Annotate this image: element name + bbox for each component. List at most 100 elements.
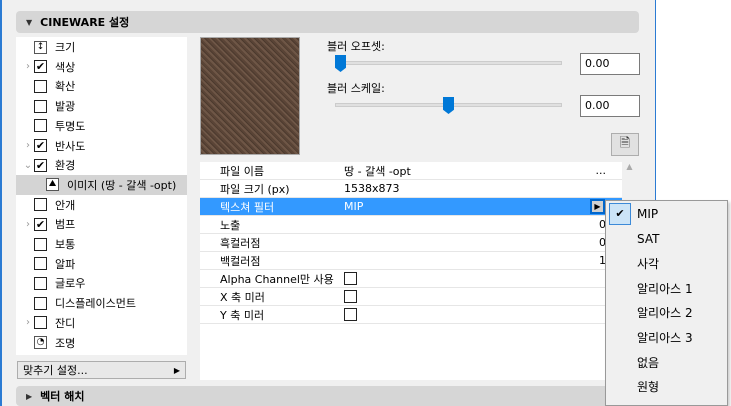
menu-item[interactable]: 알리아스 2 [606,301,727,325]
property-row[interactable]: 노출 0 [200,216,622,234]
property-key: 텍스쳐 필터 [220,200,275,214]
menu-item[interactable]: ✔ MIP [606,202,727,226]
channel-checkbox[interactable]: ✔ [34,217,47,231]
channel-item[interactable]: 알파 [16,254,187,274]
channel-checkbox[interactable] [34,79,47,93]
channel-checkbox[interactable] [34,198,47,212]
export-button[interactable]: 🗎 [611,133,639,156]
property-row[interactable]: X 축 미러 [200,288,622,306]
channel-item[interactable]: 글로우 [16,273,187,293]
blur-scale-thumb[interactable] [443,97,454,114]
property-checkbox[interactable] [344,308,357,321]
channel-item[interactable]: ⛰ 이미지 (땅 - 갈색 -opt) [16,174,187,195]
channel-item[interactable]: 안개 [16,195,187,215]
property-row[interactable]: 파일 이름 땅 - 갈색 -opt... [200,162,622,180]
channel-label: 확산 [55,80,76,94]
channel-label: 보통 [55,238,76,251]
channel-checkbox[interactable]: ✔ [34,158,47,172]
menu-item-label: 원형 [637,380,660,395]
channel-item[interactable]: › 잔디 [16,313,187,333]
channel-item[interactable]: ↕ 크기 [16,37,187,57]
collapse-triangle-icon: ▼ [26,17,33,27]
channel-label: 이미지 (땅 - 갈색 -opt) [67,178,177,192]
menu-item[interactable]: SAT [606,227,727,251]
image-icon: ⛰ [46,178,59,192]
property-checkbox[interactable] [344,290,357,303]
property-value: MIP [344,200,364,213]
menu-item-label: 알리아스 2 [637,306,693,321]
property-key: 백컬러점 [220,254,261,268]
channel-checkbox[interactable] [34,296,47,310]
property-row[interactable]: 파일 크기 (px) 1538x873 [200,180,622,198]
property-row[interactable]: Y 축 미러 [200,306,622,324]
property-key: 파일 크기 (px) [220,182,290,196]
property-checkbox[interactable] [344,272,357,285]
property-row[interactable]: 텍스쳐 필터 MIP [200,198,622,216]
property-row[interactable]: Alpha Channel만 사용 [200,270,622,288]
channel-label: 범프 [55,218,76,232]
channel-label: 발광 [55,100,76,114]
property-key: 노출 [220,218,241,232]
channel-checkbox[interactable]: ✔ [34,60,47,74]
check-icon: ✔ [609,203,631,225]
chevron-right-icon[interactable]: › [16,317,34,328]
menu-item-label: MIP [637,207,659,221]
channel-checkbox[interactable] [34,99,47,113]
channel-item[interactable]: 보통 [16,234,187,254]
channel-label: 안개 [55,198,76,212]
channel-label: 크기 [55,41,76,54]
channel-checkbox[interactable]: ✔ [34,139,47,152]
channel-label: 색상 [55,60,76,74]
blur-offset-input[interactable]: 0.00 [580,53,640,75]
property-row[interactable]: 백컬러점 1 [200,252,622,270]
chevron-down-icon[interactable]: ⌄ [16,160,34,171]
channel-label: 디스플레이스먼트 [55,297,136,311]
menu-item[interactable]: 알리아스 3 [606,326,727,350]
channel-checkbox[interactable] [34,316,47,330]
section-title: 벡터 해치 [40,390,85,403]
texture-filter-dropdown-button[interactable]: ▶ [590,199,605,214]
window-edge [0,0,2,406]
size-icon: ↕ [34,40,47,54]
channel-checkbox[interactable] [34,276,47,290]
channel-item[interactable]: ◔ 조명 [16,333,187,353]
channel-checkbox[interactable] [34,119,47,133]
channel-item[interactable]: 확산 [16,76,187,96]
chevron-right-icon[interactable]: › [16,61,34,72]
channel-label: 알파 [55,257,76,271]
menu-item-label: SAT [637,231,660,246]
property-value: 땅 - 갈색 -opt [344,164,411,178]
vector-hatch-section-header[interactable]: ▶ 벡터 해치 [16,386,639,406]
channel-item[interactable]: › ✔ 색상 [16,57,187,77]
channel-item[interactable]: › ✔ 범프 [16,214,187,234]
export-icon: 🗎 [619,135,631,151]
channel-checkbox[interactable] [34,237,47,251]
fit-settings-button[interactable]: 맞추기 설정... ▶ [17,361,186,379]
chevron-right-icon[interactable]: › [16,140,34,151]
channel-label: 반사도 [55,139,86,153]
property-key: 파일 이름 [220,164,264,178]
channel-label: 잔디 [55,316,76,330]
chevron-right-icon[interactable]: › [16,219,34,230]
channel-item[interactable]: 디스플레이스먼트 [16,293,187,313]
menu-item-label: 알리아스 3 [637,331,693,345]
menu-item[interactable]: 알리아스 1 [606,276,727,300]
channel-item[interactable]: ⌄ ✔ 환경 [16,155,187,175]
channel-list: ↕ 크기 › ✔ 색상 확산 발광 투명도 › ✔ 반사도 ⌄ ✔ 환경 ⛰ 이미지 (땅 - 갈색 -opt… [16,37,187,355]
channel-item[interactable]: › ✔ 반사도 [16,136,187,156]
section-title: CINEWARE 설정 [40,16,130,29]
blur-scale-input[interactable]: 0.00 [580,95,640,117]
blur-offset-slider[interactable] [335,61,562,65]
property-key: Alpha Channel만 사용 [220,272,334,286]
channel-checkbox[interactable] [34,257,47,271]
channel-item[interactable]: 투명도 [16,116,187,136]
cineware-section-header[interactable]: ▼ CINEWARE 설정 [16,11,639,33]
channel-item[interactable]: 발광 [16,96,187,116]
menu-item[interactable]: 원형 [606,375,727,399]
blur-offset-thumb[interactable] [335,55,346,72]
texture-preview [200,37,300,155]
menu-item[interactable]: 없음 [606,350,727,374]
blur-offset-label: 블러 오프셋: [327,40,385,53]
property-row[interactable]: 흑컬러점 0 [200,234,622,252]
menu-item[interactable]: 사각 [606,251,727,275]
